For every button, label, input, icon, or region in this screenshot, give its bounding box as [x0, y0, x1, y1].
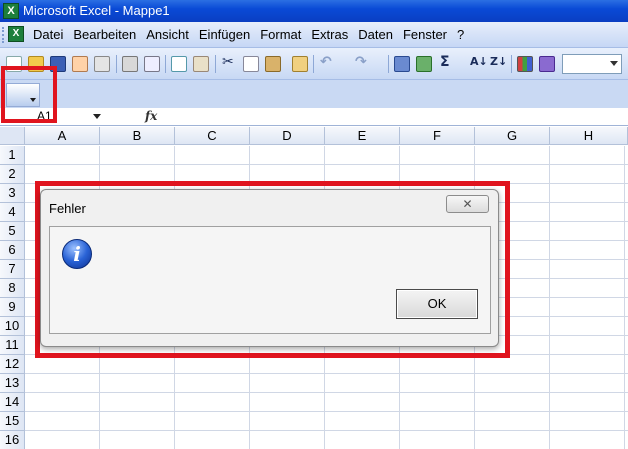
column-header-c[interactable]: C — [175, 127, 250, 145]
row-header-6[interactable]: 6 — [0, 241, 25, 260]
dialog-body: i OK — [49, 226, 491, 334]
toolbar-separator — [165, 55, 166, 73]
menu-item-bearbeiten[interactable]: Bearbeiten — [70, 27, 143, 42]
menu-item-datei[interactable]: Datei — [30, 27, 70, 42]
toolbar-separator — [215, 55, 216, 73]
column-header-h[interactable]: H — [550, 127, 628, 145]
grid-line — [25, 164, 628, 165]
highlight-box — [1, 66, 57, 123]
menu-item-extras[interactable]: Extras — [308, 27, 355, 42]
column-header-b[interactable]: B — [100, 127, 175, 145]
drawing-icon[interactable] — [539, 56, 555, 72]
window-title: Microsoft Excel - Mappe1 — [23, 3, 170, 18]
autosum-icon[interactable]: Σ — [440, 54, 450, 70]
toolbar-grip[interactable] — [2, 27, 5, 43]
ok-button[interactable]: OK — [396, 289, 478, 319]
grid-line — [25, 411, 628, 412]
grid-line — [25, 430, 628, 431]
toolbar-separator — [388, 55, 389, 73]
format-painter-icon[interactable] — [292, 56, 308, 72]
permission-icon[interactable] — [72, 56, 88, 72]
toolbar-separator — [511, 55, 512, 73]
error-dialog: Fehler ✕ i OK — [40, 189, 499, 347]
column-header-a[interactable]: A — [25, 127, 100, 145]
row-header-15[interactable]: 15 — [0, 412, 25, 431]
menu-bar: X Datei Bearbeiten Ansicht Einfügen Format Ex… — [0, 22, 628, 48]
cut-icon[interactable]: ✂ — [222, 54, 234, 70]
menu-item-ansicht[interactable]: Ansicht — [143, 27, 196, 42]
excel-logo-icon: X — [3, 3, 19, 19]
spelling-icon[interactable] — [171, 56, 187, 72]
chart-wizard-icon[interactable] — [517, 56, 533, 72]
row-header-10[interactable]: 10 — [0, 317, 25, 336]
dialog-title: Fehler — [49, 201, 86, 216]
info-icon: i — [62, 239, 92, 269]
title-bar: X Microsoft Excel - Mappe1 — [0, 0, 628, 22]
email-icon[interactable] — [94, 56, 110, 72]
menu-item-einf-gen[interactable]: Einfügen — [196, 27, 257, 42]
print-icon[interactable] — [122, 56, 138, 72]
row-header-8[interactable]: 8 — [0, 279, 25, 298]
sort-ascending-icon[interactable]: A↓ — [470, 55, 488, 68]
select-all-button[interactable] — [0, 127, 25, 145]
chevron-down-icon[interactable] — [93, 114, 101, 119]
row-header-7[interactable]: 7 — [0, 260, 25, 279]
menu-item-format[interactable]: Format — [257, 27, 308, 42]
row-header-4[interactable]: 4 — [0, 203, 25, 222]
menu-items: Datei Bearbeiten Ansicht Einfügen Format Extr… — [30, 27, 471, 42]
print-preview-icon[interactable] — [144, 56, 160, 72]
row-header-11[interactable]: 11 — [0, 336, 25, 355]
row-header-12[interactable]: 12 — [0, 355, 25, 374]
zoom-combo[interactable] — [562, 54, 622, 74]
toolbar-area — [0, 80, 628, 108]
standard-toolbar: ✂ ↶ ↷ Σ A↓ Z↓ — [0, 48, 628, 80]
hyperlink-icon[interactable] — [394, 56, 410, 72]
row-header-2[interactable]: 2 — [0, 165, 25, 184]
column-header-e[interactable]: E — [325, 127, 400, 145]
row-header-1[interactable]: 1 — [0, 146, 25, 165]
grid-line — [25, 373, 628, 374]
row-header-13[interactable]: 13 — [0, 374, 25, 393]
chevron-down-icon — [610, 61, 618, 66]
formula-bar: A1 fx — [0, 108, 628, 126]
menu-item-fenster[interactable]: Fenster — [400, 27, 454, 42]
row-header-16[interactable]: 16 — [0, 431, 25, 449]
toolbar-separator — [116, 55, 117, 73]
copy-icon[interactable] — [243, 56, 259, 72]
undo-icon[interactable]: ↶ — [320, 54, 332, 70]
web-icon[interactable] — [416, 56, 432, 72]
row-header-14[interactable]: 14 — [0, 393, 25, 412]
research-icon[interactable] — [193, 56, 209, 72]
row-header-9[interactable]: 9 — [0, 298, 25, 317]
column-header-f[interactable]: F — [400, 127, 475, 145]
redo-icon[interactable]: ↷ — [355, 54, 367, 70]
menu-item-help[interactable]: ? — [454, 27, 471, 42]
sort-descending-icon[interactable]: Z↓ — [490, 55, 507, 68]
function-icon[interactable]: fx — [145, 109, 157, 123]
menu-item-daten[interactable]: Daten — [355, 27, 400, 42]
row-header-5[interactable]: 5 — [0, 222, 25, 241]
grid-line — [25, 392, 628, 393]
paste-icon[interactable] — [265, 56, 281, 72]
workbook-icon[interactable]: X — [8, 26, 24, 42]
close-button[interactable]: ✕ — [446, 195, 489, 213]
toolbar-separator — [313, 55, 314, 73]
row-header-3[interactable]: 3 — [0, 184, 25, 203]
column-header-d[interactable]: D — [250, 127, 325, 145]
column-header-g[interactable]: G — [475, 127, 550, 145]
